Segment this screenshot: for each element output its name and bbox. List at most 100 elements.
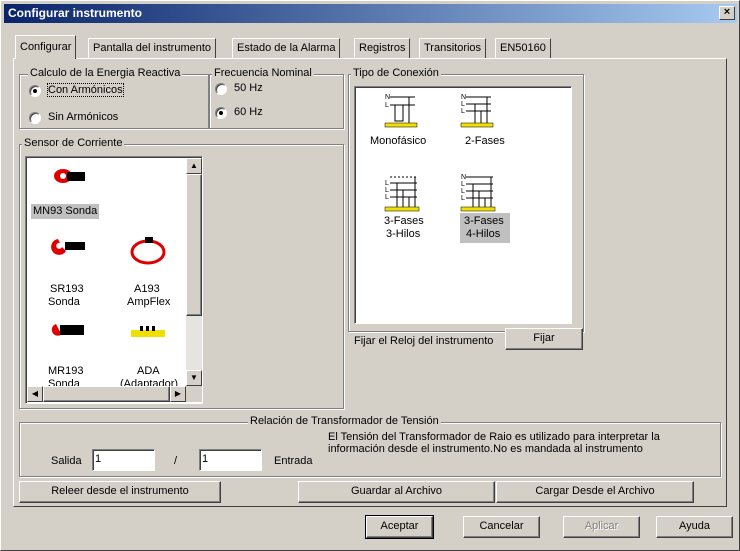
accept-button[interactable]: Aceptar	[365, 515, 434, 539]
clock-label: Fijar el Reloj del instrumento	[354, 335, 494, 347]
close-button[interactable]: ×	[719, 6, 735, 20]
scroll-thumb[interactable]	[186, 174, 202, 316]
svg-text:N: N	[461, 174, 466, 181]
save-button-label: Guardar al Archivo	[350, 485, 443, 497]
sr193-label[interactable]: SR193	[50, 283, 84, 296]
tab-label: Estado de la Alarma	[237, 42, 336, 54]
hscroll-thumb[interactable]	[43, 386, 170, 402]
mr193-clamp-icon	[51, 324, 84, 336]
current-sensor-list[interactable]: MN93 Sonda SR193 Sonda A193 AmpFlex MR19…	[25, 156, 203, 404]
three-phase-4w-sublabel[interactable]: 4-Hilos	[466, 228, 500, 241]
single-phase-icon: N L	[384, 94, 418, 128]
tab-en50160[interactable]: EN50160	[495, 38, 551, 58]
three-phase-4w-label[interactable]: 3-Fases	[464, 215, 504, 228]
title-bar[interactable]: Configurar instrumento ×	[4, 4, 737, 23]
50hz-radio[interactable]	[215, 83, 227, 95]
output-input[interactable]: 1	[92, 449, 155, 471]
svg-text:L: L	[461, 195, 465, 202]
tab-registros[interactable]: Registros	[354, 38, 411, 58]
tab-label: EN50160	[500, 42, 546, 54]
tab-label: Transitorios	[424, 42, 482, 54]
tab-transitorios[interactable]: Transitorios	[419, 38, 487, 58]
voltage-transformer-legend: Relación de Transformador de Tensión	[248, 415, 441, 427]
connection-type-list[interactable]: N L Monofásico N L L 2-Fases L L L 3-Fas…	[354, 86, 572, 324]
sr193-clamp-icon	[51, 239, 85, 255]
con-armonicos-label[interactable]: Con Armónicos	[47, 83, 124, 97]
reload-button-label: Releer desde el instrumento	[51, 485, 189, 497]
input-value: 1	[202, 453, 209, 465]
transformer-note: El Tensión del Transformador de Raio es …	[328, 431, 660, 455]
a193-sublabel[interactable]: AmpFlex	[127, 296, 170, 309]
two-phase-icon: N L L	[460, 94, 494, 128]
tab-configurar[interactable]: Configurar	[15, 35, 77, 59]
tab-label: Pantalla del instrumento	[93, 42, 212, 54]
three-phase-four-wire-icon: N L L L	[460, 174, 496, 212]
svg-text:L: L	[385, 102, 389, 109]
help-button[interactable]: Ayuda	[656, 516, 733, 538]
horizontal-scrollbar[interactable]: ◀ ▶	[27, 386, 186, 402]
monofasico-label[interactable]: Monofásico	[370, 135, 426, 148]
svg-text:L: L	[461, 101, 465, 108]
mn93-label[interactable]: MN93 Sonda	[31, 204, 100, 219]
svg-text:N: N	[461, 94, 466, 101]
ada-label[interactable]: ADA	[137, 365, 160, 378]
vertical-scrollbar[interactable]: ▲ ▼	[186, 158, 202, 386]
scroll-right-icon[interactable]: ▶	[170, 386, 186, 402]
tab-pantalla[interactable]: Pantalla del instrumento	[88, 38, 217, 58]
mr193-label[interactable]: MR193	[48, 365, 83, 378]
tab-label: Registros	[359, 42, 406, 54]
window-title: Configurar instrumento	[8, 6, 142, 20]
configure-instrument-window: Configurar instrumento × Configurar Pant…	[0, 0, 740, 551]
60hz-label[interactable]: 60 Hz	[234, 106, 263, 118]
current-sensor-legend: Sensor de Corriente	[22, 137, 125, 149]
scroll-down-icon[interactable]: ▼	[186, 370, 202, 386]
tab-label: Configurar	[20, 41, 72, 53]
mn93-clamp-icon	[54, 169, 85, 183]
ampflex-icon	[130, 237, 166, 265]
load-button-label: Cargar Desde el Archivo	[535, 485, 655, 497]
accept-button-label: Aceptar	[380, 520, 419, 532]
con-armonicos-radio[interactable]	[29, 85, 41, 97]
svg-text:N: N	[385, 94, 390, 101]
connection-type-legend: Tipo de Conexión	[351, 67, 441, 79]
svg-text:L: L	[461, 181, 465, 188]
output-label: Salida	[51, 455, 82, 467]
sin-armonicos-label[interactable]: Sin Armónicos	[48, 111, 118, 123]
help-button-label: Ayuda	[679, 520, 710, 532]
sin-armonicos-radio[interactable]	[29, 112, 41, 124]
set-clock-button-label: Fijar	[533, 332, 555, 344]
two-phase-label[interactable]: 2-Fases	[465, 135, 505, 148]
reload-from-instrument-button[interactable]: Releer desde el instrumento	[19, 481, 221, 503]
cancel-button[interactable]: Cancelar	[463, 516, 540, 538]
svg-text:L: L	[385, 194, 389, 201]
a193-label[interactable]: A193	[134, 283, 160, 296]
apply-button-label: Aplicar	[584, 520, 619, 532]
three-phase-3w-label[interactable]: 3-Fases	[384, 215, 424, 228]
load-from-file-button[interactable]: Cargar Desde el Archivo	[496, 481, 694, 503]
output-value: 1	[95, 453, 102, 465]
scroll-up-icon[interactable]: ▲	[186, 158, 202, 174]
svg-text:L: L	[385, 187, 389, 194]
svg-text:L: L	[461, 108, 465, 115]
svg-text:L: L	[461, 188, 465, 195]
svg-text:L: L	[385, 180, 389, 187]
tab-estado-alarma[interactable]: Estado de la Alarma	[232, 38, 341, 58]
save-to-file-button[interactable]: Guardar al Archivo	[298, 481, 495, 503]
close-icon: ×	[723, 6, 731, 18]
60hz-radio[interactable]	[215, 107, 227, 119]
scroll-left-icon[interactable]: ◀	[27, 386, 43, 402]
ratio-separator: /	[174, 455, 178, 467]
apply-button[interactable]: Aplicar	[563, 516, 640, 538]
cancel-button-label: Cancelar	[479, 520, 524, 532]
reactive-energy-legend: Calculo de la Energia Reactiva	[28, 67, 183, 79]
input-field[interactable]: 1	[199, 449, 262, 471]
three-phase-3w-sublabel[interactable]: 3-Hilos	[386, 228, 420, 241]
set-clock-button[interactable]: Fijar	[505, 328, 583, 350]
sr193-sublabel[interactable]: Sonda	[48, 296, 80, 309]
input-label: Entrada	[274, 455, 313, 467]
nominal-frequency-legend: Frecuencia Nominal	[212, 67, 314, 79]
nominal-frequency-group: Frecuencia Nominal	[209, 67, 344, 129]
50hz-label[interactable]: 50 Hz	[234, 82, 263, 94]
scrollbar-corner	[186, 386, 202, 402]
adapter-icon	[131, 326, 165, 337]
